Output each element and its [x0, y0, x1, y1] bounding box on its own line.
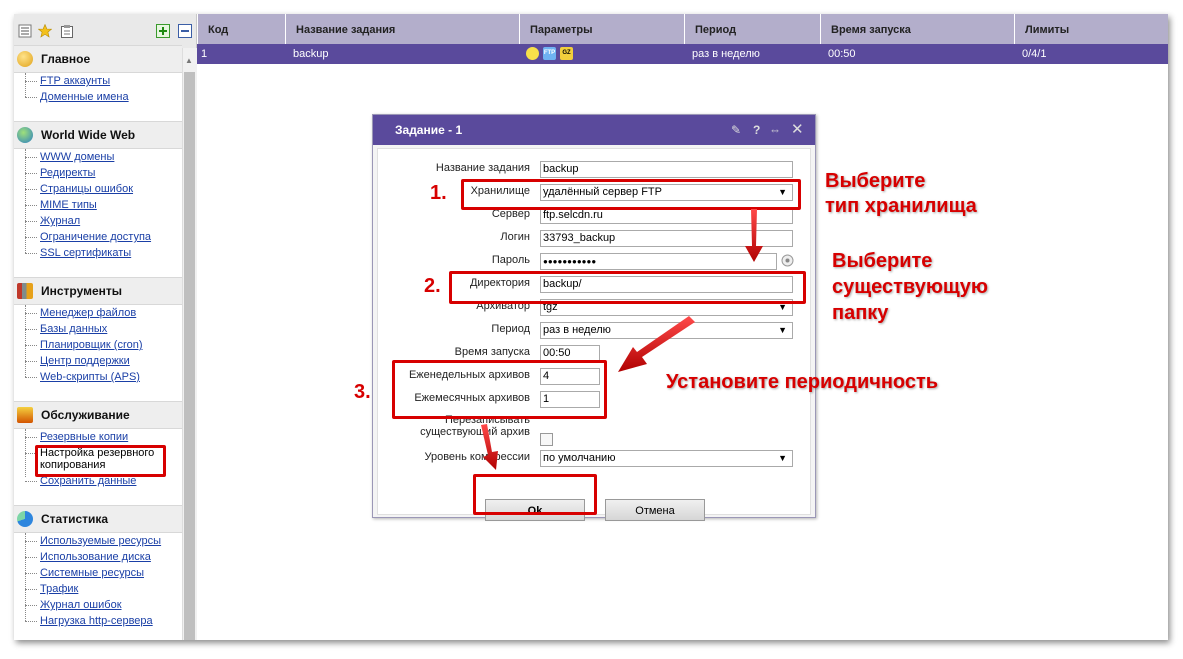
arrow-storage-to-directory [745, 209, 763, 262]
annotation-arrows [481, 209, 763, 470]
arrow-to-archives [618, 316, 695, 372]
arrow-to-ok [481, 424, 498, 470]
app-window: ▲ Главное FTP аккаунты Доменные имена Wo… [14, 14, 1168, 640]
